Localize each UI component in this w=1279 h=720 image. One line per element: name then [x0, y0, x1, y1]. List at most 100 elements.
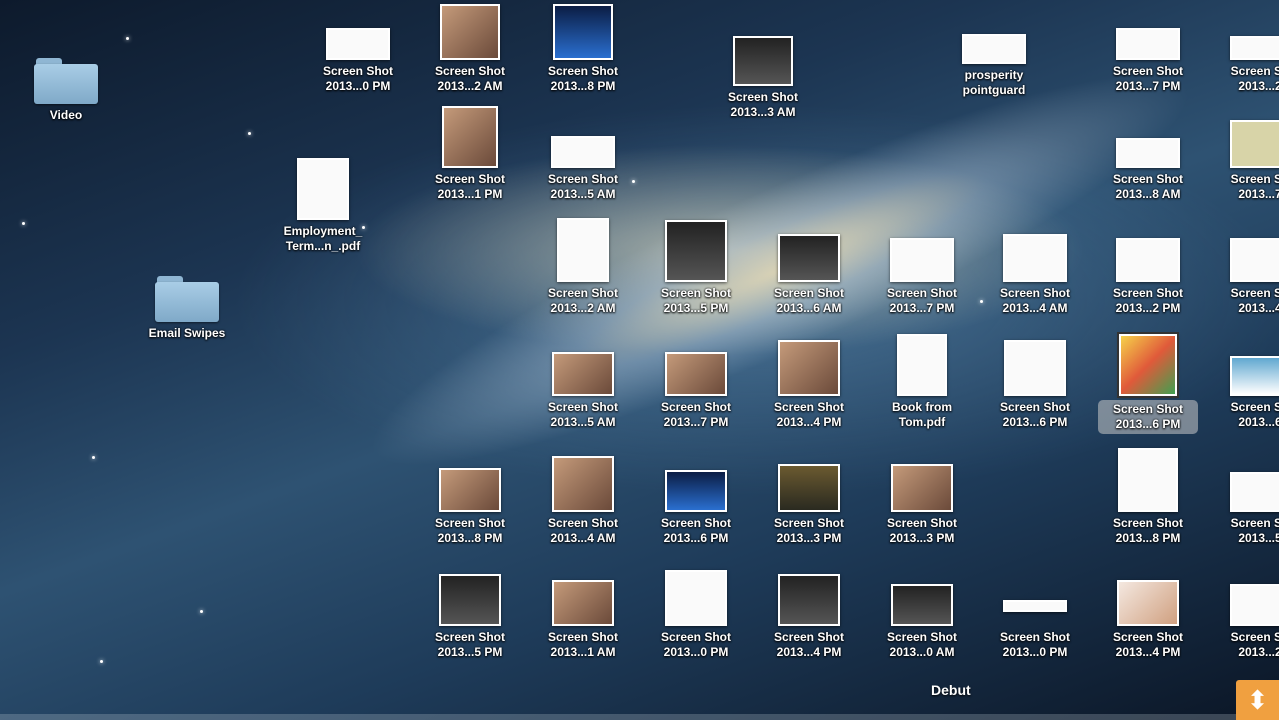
- file-icon[interactable]: Screen Shot 2013...1 PM: [420, 106, 520, 202]
- file-icon[interactable]: Screen Sh2013...2: [1210, 0, 1279, 94]
- file-date: 2013...8 PM: [550, 79, 616, 93]
- file-icon[interactable]: Screen Shot 2013...8 AM: [1098, 108, 1198, 202]
- file-name: Screen Sh: [1230, 400, 1279, 414]
- file-icon[interactable]: Screen Sh2013...4: [1210, 222, 1279, 316]
- file-icon[interactable]: Screen Sh2013...6: [1210, 336, 1279, 430]
- dock-tooltip: Debut: [931, 682, 971, 698]
- file-name: Screen Shot: [547, 286, 619, 300]
- file-icon[interactable]: Screen Sh2013...7: [1210, 108, 1279, 202]
- file-thumbnail: [1230, 120, 1279, 168]
- file-icon[interactable]: Screen Shot 2013...7 PM: [1098, 0, 1198, 94]
- file-icon[interactable]: Screen Shot 2013...6 PM: [646, 452, 746, 546]
- file-date: 2013...2: [1238, 79, 1279, 93]
- file-name: Screen Shot: [434, 172, 506, 186]
- file-date: 2013...8 PM: [1115, 531, 1181, 545]
- file-date: 2013...0 PM: [663, 645, 729, 659]
- file-name: Screen Shot: [773, 516, 845, 530]
- file-thumbnail: [891, 584, 953, 626]
- file-date: 2013...4 PM: [1115, 645, 1181, 659]
- star: [980, 300, 983, 303]
- file-date: 2013...5 PM: [663, 301, 729, 315]
- file-thumbnail: [439, 574, 501, 626]
- file-name: Screen Shot: [547, 64, 619, 78]
- file-date: 2013...0 AM: [889, 645, 955, 659]
- file-name: Screen Shot: [1112, 286, 1184, 300]
- file-icon[interactable]: Screen Shot 2013...4 PM: [1098, 566, 1198, 660]
- file-date: 2013...6 PM: [1002, 415, 1068, 429]
- file-date: 2013...6 PM: [1115, 417, 1181, 431]
- file-icon[interactable]: Screen Shot 2013...5 AM: [533, 336, 633, 430]
- file-icon[interactable]: Screen Shot 2013...3 AM: [713, 26, 813, 120]
- file-icon[interactable]: Screen Shot 2013...3 PM: [759, 452, 859, 546]
- file-icon[interactable]: Screen Shot 2013...0 PM: [308, 0, 408, 94]
- file-date: 2013...4 AM: [550, 531, 616, 545]
- file-thumbnail: [1116, 238, 1180, 282]
- file-icon[interactable]: Screen Shot 2013...4 PM: [759, 566, 859, 660]
- folder-email-swipes[interactable]: Email Swipes: [137, 276, 237, 341]
- file-thumbnail: [1116, 28, 1180, 60]
- file-icon[interactable]: Screen Shot 2013...2 AM: [533, 218, 633, 316]
- usb-icon[interactable]: ⬍: [1236, 680, 1279, 720]
- file-date: 2013...8 PM: [437, 531, 503, 545]
- file-thumbnail: [778, 234, 840, 282]
- file-thumbnail: [442, 106, 498, 168]
- file-name: Screen Shot: [434, 64, 506, 78]
- file-icon[interactable]: Screen Shot 2013...6 AM: [759, 222, 859, 316]
- file-name: Screen Shot: [322, 64, 394, 78]
- file-thumbnail: [439, 468, 501, 512]
- file-icon[interactable]: Screen Shot 2013...8 PM: [420, 452, 520, 546]
- file-name: Screen Sh: [1230, 516, 1279, 530]
- file-icon[interactable]: Screen Shot 2013...8 PM: [1098, 448, 1198, 546]
- file-icon[interactable]: Screen Shot 2013...3 PM: [872, 452, 972, 546]
- file-name: Screen Shot: [886, 286, 958, 300]
- folder-label: Video: [49, 108, 83, 122]
- file-thumbnail: [778, 574, 840, 626]
- folder-video[interactable]: Video: [16, 58, 116, 123]
- file-icon-selected[interactable]: Screen Shot 2013...6 PM: [1098, 332, 1198, 434]
- file-icon[interactable]: Screen Shot 2013...0 PM: [985, 566, 1085, 660]
- file-icon[interactable]: Screen Shot 2013...6 PM: [985, 336, 1085, 430]
- file-icon[interactable]: Screen Shot 2013...0 AM: [872, 566, 972, 660]
- file-icon[interactable]: Screen Sh2013...5: [1210, 452, 1279, 546]
- file-thumbnail: [326, 28, 390, 60]
- file-icon[interactable]: Screen Shot 2013...7 PM: [646, 336, 746, 430]
- file-name: Screen Shot: [660, 516, 732, 530]
- file-name: Screen Shot: [1112, 402, 1184, 416]
- file-icon[interactable]: Screen Sh2013...2: [1210, 566, 1279, 660]
- file-date: 2013...5 AM: [550, 187, 616, 201]
- file-icon[interactable]: Screen Shot 2013...0 PM: [646, 566, 746, 660]
- file-date: 2013...3 AM: [730, 105, 796, 119]
- file-icon[interactable]: Book from Tom.pdf: [872, 334, 972, 430]
- star: [126, 37, 129, 40]
- file-icon[interactable]: Screen Shot 2013...2 PM: [1098, 222, 1198, 316]
- file-thumbnail: [552, 456, 614, 512]
- file-thumbnail: [440, 4, 500, 60]
- file-name: Screen Shot: [773, 630, 845, 644]
- file-icon[interactable]: Screen Shot 2013...7 PM: [872, 222, 972, 316]
- file-thumbnail: [552, 352, 614, 396]
- file-name: Screen Shot: [1112, 64, 1184, 78]
- file-date: 2013...5: [1238, 531, 1279, 545]
- file-name: Screen Shot: [1112, 172, 1184, 186]
- file-icon[interactable]: Screen Shot 2013...4 PM: [759, 336, 859, 430]
- file-name: Screen Shot: [434, 630, 506, 644]
- file-icon[interactable]: Screen Shot 2013...5 PM: [420, 566, 520, 660]
- star: [200, 610, 203, 613]
- file-icon[interactable]: Screen Shot 2013...5 AM: [533, 108, 633, 202]
- file-icon[interactable]: Screen Shot 2013...4 AM: [985, 222, 1085, 316]
- file-icon[interactable]: Screen Shot 2013...2 AM: [420, 0, 520, 94]
- file-icon[interactable]: Screen Shot 2013...4 AM: [533, 452, 633, 546]
- folder-icon: [155, 276, 219, 322]
- file-icon[interactable]: Employment_ Term...n_.pdf: [273, 158, 373, 254]
- file-thumbnail: [1118, 448, 1178, 512]
- file-date: 2013...2 AM: [550, 301, 616, 315]
- star: [22, 222, 25, 225]
- file-icon[interactable]: Screen Shot 2013...1 AM: [533, 566, 633, 660]
- star: [92, 456, 95, 459]
- file-icon[interactable]: Screen Shot 2013...5 PM: [646, 220, 746, 316]
- file-date: 2013...2 PM: [1115, 301, 1181, 315]
- file-icon[interactable]: prosperity pointguard: [944, 4, 1044, 98]
- file-icon[interactable]: Screen Shot 2013...8 PM: [533, 0, 633, 94]
- file-name: Screen Shot: [660, 286, 732, 300]
- file-date: pointguard: [962, 83, 1026, 97]
